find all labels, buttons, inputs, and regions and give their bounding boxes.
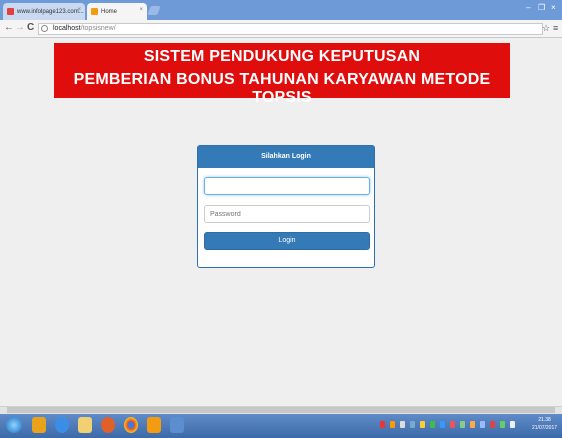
tray-icon[interactable] [390,421,395,428]
tray-icon[interactable] [510,421,515,428]
xampp-icon[interactable] [147,417,161,433]
taskbar-clock[interactable]: 21.38 21/07/2017 [532,416,557,432]
tray-icon[interactable] [430,421,435,428]
scrollbar-thumb[interactable] [7,407,555,413]
restore-icon[interactable]: ❐ [538,3,545,12]
bookmark-star-icon[interactable]: ☆ [542,23,550,34]
tray-icon[interactable] [480,421,485,428]
tray-icon[interactable] [410,421,415,428]
clock-time: 21.38 [538,417,551,423]
minimize-icon[interactable]: – [526,3,530,12]
tray-icon[interactable] [400,421,405,428]
site-favicon-icon [91,8,98,15]
address-path: /topsisnew/ [80,25,116,32]
page-info-icon[interactable] [41,25,48,32]
page-header-banner: SISTEM PENDUKUNG KEPUTUSAN PEMBERIAN BON… [54,43,510,106]
start-button-icon[interactable] [6,417,22,433]
tray-icon[interactable] [420,421,425,428]
tab-infolpage[interactable]: www.infolpage123.com... × [3,3,85,20]
clock-date: 21/07/2017 [532,425,558,431]
address-host: localhost [53,25,81,32]
close-tab-icon[interactable]: × [77,7,81,13]
password-input[interactable] [204,205,370,223]
tab-home[interactable]: Home × [87,3,147,20]
address-bar[interactable]: localhost/topsisnew/ [38,23,543,35]
forward-arrow-icon[interactable]: → [15,22,25,33]
close-tab-icon[interactable]: × [139,7,143,13]
site-favicon-icon [7,8,14,15]
login-panel-heading: Silahkan Login [198,146,374,168]
chrome-icon[interactable] [124,417,138,433]
tray-icon[interactable] [490,421,495,428]
media-player-icon[interactable] [32,417,46,433]
login-button[interactable]: Login [204,232,370,250]
menu-icon[interactable]: ≡ [553,23,558,33]
tray-icon[interactable] [500,421,505,428]
tray-icon[interactable] [440,421,445,428]
file-explorer-icon[interactable] [78,417,92,433]
header-title-line2: PEMBERIAN BONUS TAHUNAN KARYAWAN METODE … [73,71,491,106]
close-window-icon[interactable]: × [551,3,556,12]
back-arrow-icon[interactable]: ← [4,22,14,33]
header-title-line1: SISTEM PENDUKUNG KEPUTUSAN [143,48,421,65]
username-input[interactable] [204,177,370,195]
tray-icon[interactable] [450,421,455,428]
reload-icon[interactable]: C [27,22,34,33]
internet-explorer-icon[interactable] [55,417,69,433]
app-icon[interactable] [170,417,184,433]
tab-label: Home [101,8,118,15]
tab-label: www.infolpage123.com... [17,8,84,15]
tray-icon[interactable] [460,421,465,428]
tray-icon[interactable] [380,421,385,428]
tray-icon[interactable] [470,421,475,428]
firefox-icon[interactable] [101,417,115,433]
